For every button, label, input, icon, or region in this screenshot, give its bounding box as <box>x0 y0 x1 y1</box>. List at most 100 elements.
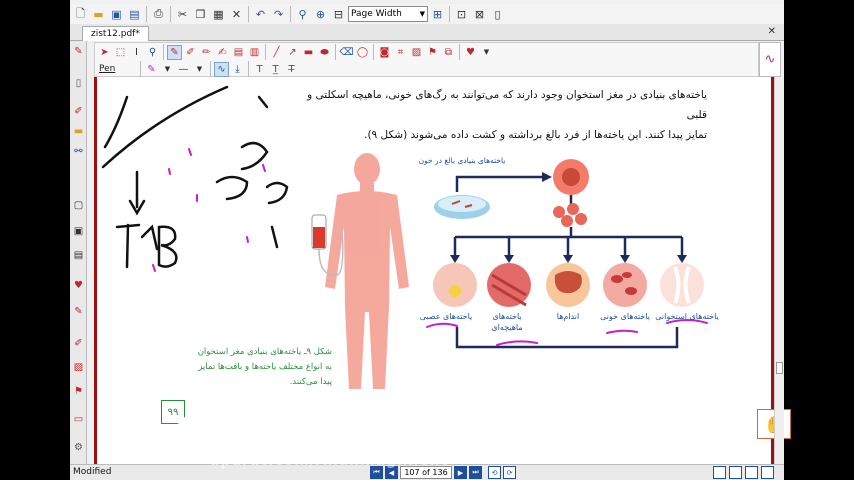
facing-view-icon[interactable] <box>745 466 758 479</box>
stem-cell-nucleus <box>562 168 580 186</box>
save-icon[interactable]: ▣ <box>108 6 125 23</box>
zoom-icon[interactable]: ⚲ <box>145 45 160 60</box>
petri-dish-icon <box>434 195 490 219</box>
open-folder-icon[interactable]: ▬ <box>90 6 107 23</box>
zoom-out-icon[interactable]: ⊟ <box>330 6 347 23</box>
save-as-icon[interactable]: ▤ <box>126 6 143 23</box>
select-arrow-icon[interactable]: ➤ <box>97 45 112 60</box>
figure-label-nerve: یاخته‌های عصبی <box>419 312 473 321</box>
pen-tool-icon[interactable]: ✎ <box>167 44 182 60</box>
find-icon[interactable]: ⚲ <box>294 6 311 23</box>
print-icon[interactable]: ⎙ <box>150 6 167 23</box>
ink-preview-button[interactable]: ∿ <box>759 42 781 77</box>
measure-icon[interactable]: ⧉ <box>441 45 456 60</box>
folder-icon[interactable]: ▬ <box>72 125 85 138</box>
stamp-icon[interactable]: ⚑ <box>72 385 85 398</box>
caption-line: پیدا می‌کنند. <box>289 377 332 387</box>
tab-label: zist12.pdf* <box>91 29 140 39</box>
delete-icon[interactable]: ✕ <box>228 6 245 23</box>
signature-icon[interactable]: ✍ <box>215 45 230 60</box>
smooth-stroke-icon[interactable]: ∿ <box>214 61 229 77</box>
back-button[interactable]: ⟲ <box>488 466 501 479</box>
text-underline-icon[interactable]: T̲ <box>268 62 283 77</box>
link-icon[interactable]: ⚯ <box>72 145 85 158</box>
arrow-head <box>542 172 552 182</box>
toolbar-divider <box>146 6 147 22</box>
color-picker-icon[interactable]: ✎ <box>144 62 159 77</box>
snapshot-icon[interactable]: ◙ <box>377 45 392 60</box>
pressure-icon[interactable]: ⤓ <box>230 62 245 77</box>
line-icon[interactable]: ╱ <box>269 45 284 60</box>
toolbar-divider <box>459 44 460 60</box>
tab-zist12[interactable]: zist12.pdf* <box>82 26 149 41</box>
chevron-down-icon[interactable]: ▼ <box>192 62 207 77</box>
attachments-icon[interactable]: ▣ <box>72 225 85 238</box>
continuous-view-icon[interactable] <box>729 466 742 479</box>
chevron-down-icon[interactable]: ▼ <box>479 45 494 60</box>
pdf-editor-window: 🗋 ▬ ▣ ▤ ⎙ ✂ ❐ ▦ ✕ ↶ ↷ ⚲ ⊕ ⊟ Page Width ▼… <box>70 0 791 480</box>
copy-icon[interactable]: ❐ <box>192 6 209 23</box>
chevron-down-icon[interactable]: ▼ <box>160 62 175 77</box>
pencil-icon[interactable]: ✎ <box>72 305 85 318</box>
view-mode-buttons <box>713 466 774 479</box>
document-tab-bar: zist12.pdf* ✕ <box>70 24 784 41</box>
fit-width-icon[interactable]: ⊠ <box>471 6 488 23</box>
highlighter-icon[interactable]: ✐ <box>72 105 85 118</box>
layers-icon[interactable]: ▤ <box>72 249 85 262</box>
eraser-icon[interactable]: ▭ <box>72 413 85 426</box>
zoom-tool-icon[interactable]: ⊕ <box>312 6 329 23</box>
full-screen-icon[interactable]: ▯ <box>489 6 506 23</box>
forward-button[interactable]: ⟳ <box>503 466 516 479</box>
line-width-icon[interactable]: — <box>176 62 191 77</box>
single-page-view-icon[interactable] <box>713 466 726 479</box>
text-box-icon[interactable]: ▤ <box>231 45 246 60</box>
figure-caption: شکل ۹ـ یاخته‌های بنیادی مغز استخوان به ا… <box>197 345 332 390</box>
favorite-icon[interactable]: ♥ <box>463 45 478 60</box>
stamp-tool-icon[interactable]: ⚑ <box>425 45 440 60</box>
cut-icon[interactable]: ✂ <box>174 6 191 23</box>
highlight-tool-icon[interactable]: ✐ <box>183 45 198 60</box>
fit-page-icon[interactable]: ⊡ <box>453 6 470 23</box>
lasso-icon[interactable]: ◯ <box>355 45 370 60</box>
last-page-button[interactable]: ⏭ <box>469 466 482 479</box>
marker-icon[interactable]: ✐ <box>72 337 85 350</box>
figure-label-blood: یاخته‌های خونی <box>600 312 650 321</box>
cell-cluster <box>553 203 587 227</box>
zoom-in-icon[interactable]: ⊞ <box>429 6 446 23</box>
arrow-icon[interactable]: ↗ <box>285 45 300 60</box>
toolbar-divider <box>140 61 141 77</box>
heart-icon[interactable]: ♥ <box>72 279 85 292</box>
rectangle-icon[interactable]: ▬ <box>301 45 316 60</box>
main-toolbar: 🗋 ▬ ▣ ▤ ⎙ ✂ ❐ ▦ ✕ ↶ ↷ ⚲ ⊕ ⊟ Page Width ▼… <box>70 4 784 24</box>
next-page-button[interactable]: ▶ <box>454 466 467 479</box>
paste-icon[interactable]: ▦ <box>210 6 227 23</box>
vertical-scrollbar[interactable] <box>774 77 784 464</box>
settings-icon[interactable]: ⚙ <box>72 441 85 454</box>
pencil-tool-icon[interactable]: ✏ <box>199 45 214 60</box>
toolbar-divider <box>290 6 291 22</box>
image-icon[interactable]: ▨ <box>72 361 85 374</box>
select-area-icon[interactable]: ⬚ <box>113 45 128 60</box>
page-number-badge: ۹۹ <box>161 400 185 424</box>
zoom-select[interactable]: Page Width ▼ <box>348 6 428 22</box>
ellipse-icon[interactable]: ⬬ <box>317 45 332 60</box>
text-strike-icon[interactable]: T̶ <box>284 62 299 77</box>
crop-icon[interactable]: ⌗ <box>393 45 408 60</box>
handwritten-ink <box>101 85 289 269</box>
callout-icon[interactable]: ▥ <box>247 45 262 60</box>
image-insert-icon[interactable]: ▨ <box>409 45 424 60</box>
new-document-icon[interactable]: 🗋 <box>72 6 89 23</box>
redo-icon[interactable]: ↷ <box>270 6 287 23</box>
undo-icon[interactable]: ↶ <box>252 6 269 23</box>
bookmark-icon[interactable]: ▯ <box>72 77 85 90</box>
close-icon[interactable]: ✕ <box>768 26 776 37</box>
toolbar-divider <box>373 44 374 60</box>
figure-label-muscle: یاخته‌های ماهیچه‌ای <box>491 312 523 332</box>
eraser-tool-icon[interactable]: ⌫ <box>339 45 354 60</box>
text-select-icon[interactable]: Ⅰ <box>129 45 144 60</box>
text-tool-icon[interactable]: T <box>252 62 267 77</box>
pen-icon[interactable]: ✎ <box>72 45 85 58</box>
pages-icon[interactable]: ▢ <box>72 199 85 212</box>
scrollbar-thumb[interactable] <box>776 362 783 374</box>
facing-continuous-view-icon[interactable] <box>761 466 774 479</box>
